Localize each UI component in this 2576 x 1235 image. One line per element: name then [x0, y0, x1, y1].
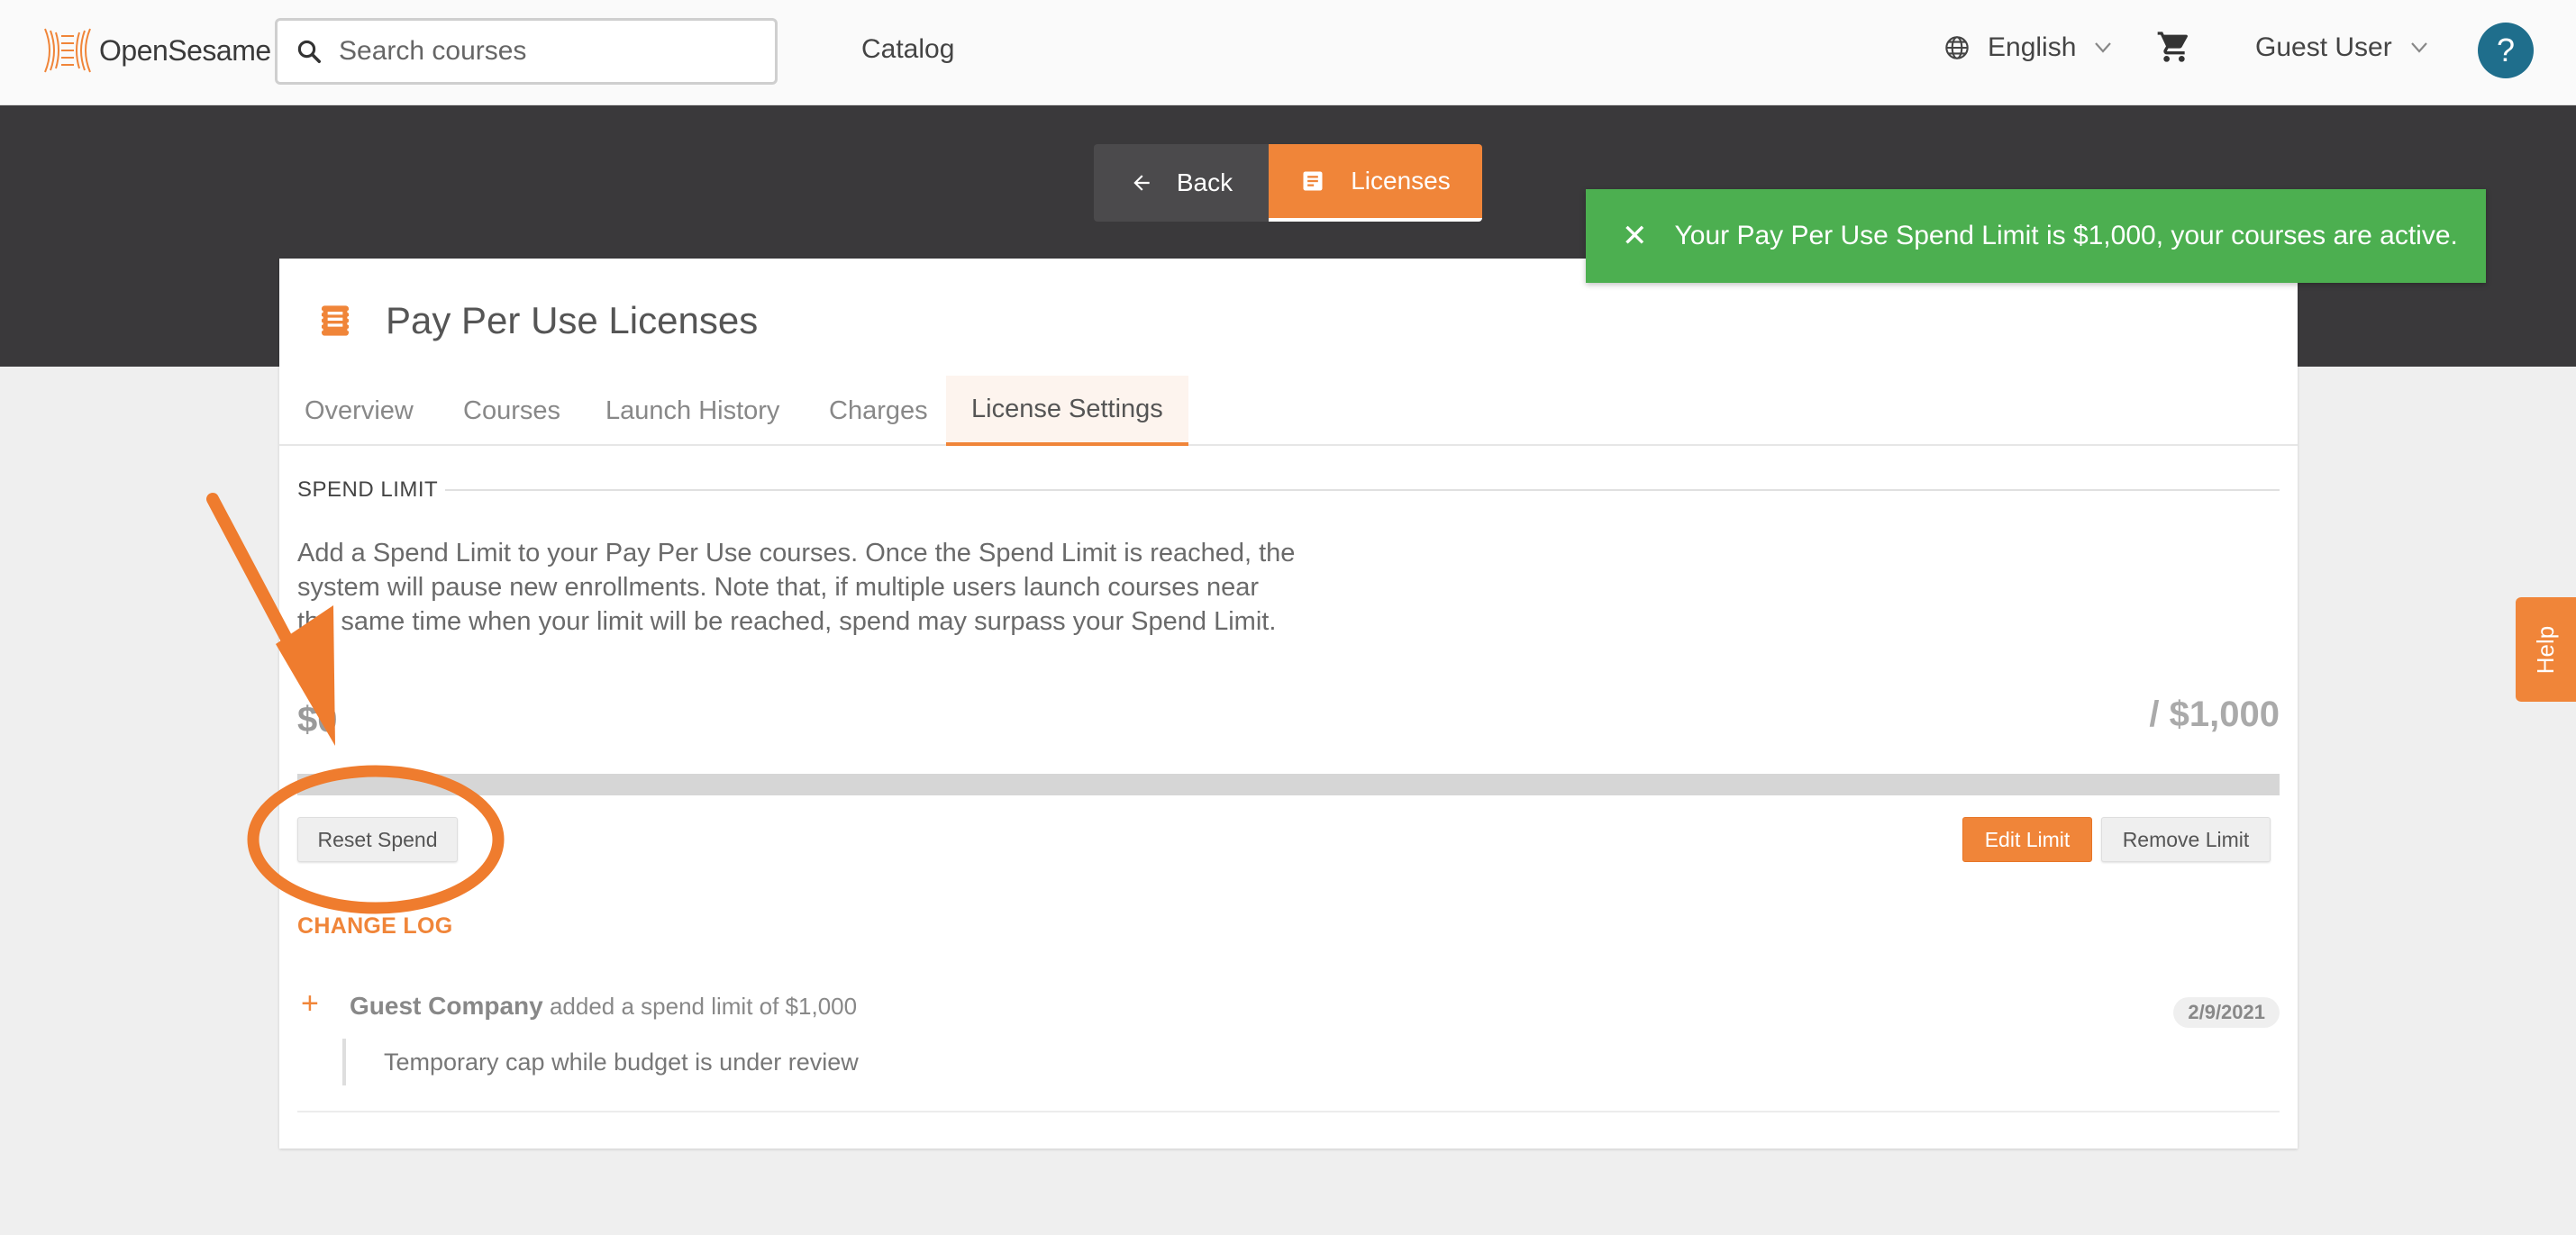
edit-limit-button[interactable]: Edit Limit — [1962, 817, 2092, 862]
language-label: English — [1988, 32, 2077, 62]
tab-license-settings[interactable]: License Settings — [946, 376, 1188, 446]
language-selector[interactable]: English — [1944, 32, 2112, 63]
change-log-date-badge: 2/9/2021 — [2173, 997, 2280, 1028]
back-button[interactable]: Back — [1094, 144, 1269, 222]
user-name: Guest User — [2255, 32, 2392, 62]
change-log-heading: CHANGE LOG — [297, 913, 453, 939]
close-icon[interactable]: ✕ — [1622, 218, 1648, 254]
toast-message: Your Pay Per Use Spend Limit is $1,000, … — [1674, 221, 2458, 250]
page-title: Pay Per Use Licenses — [317, 299, 758, 342]
spend-limit-description: Add a Spend Limit to your Pay Per Use co… — [297, 539, 1296, 636]
license-document-icon — [320, 305, 350, 336]
cart-icon[interactable] — [2156, 29, 2192, 65]
top-nav: OpenSesame Catalog English Guest User ? — [0, 0, 2576, 105]
limit-amount: / $1,000 — [2149, 695, 2280, 734]
search-box[interactable] — [275, 18, 778, 85]
licenses-button[interactable]: Licenses — [1269, 144, 1482, 222]
search-icon — [297, 40, 321, 63]
tab-overview[interactable]: Overview — [305, 376, 414, 446]
licenses-label: Licenses — [1351, 167, 1451, 195]
arrow-left-icon — [1133, 175, 1150, 191]
nav-catalog-link[interactable]: Catalog — [861, 34, 954, 65]
page-title-text: Pay Per Use Licenses — [386, 299, 759, 341]
tab-launch-history[interactable]: Launch History — [605, 376, 779, 446]
logo-mark-icon — [44, 28, 91, 73]
spend-progress-bar — [297, 774, 2280, 795]
side-help-tab[interactable]: Help — [2516, 597, 2576, 702]
search-input[interactable] — [339, 36, 753, 67]
change-log-action: added a spend limit of $1,000 — [549, 993, 858, 1020]
globe-icon — [1945, 36, 1969, 59]
spend-limit-heading: SPEND LIMIT — [297, 477, 439, 502]
chevron-down-icon — [2410, 42, 2427, 53]
change-log-actor: Guest Company — [350, 992, 543, 1020]
user-menu[interactable]: Guest User — [2255, 32, 2428, 63]
back-label: Back — [1176, 168, 1233, 196]
change-log-summary: Guest Company added a spend limit of $1,… — [350, 992, 857, 1021]
spent-amount: $0 — [297, 700, 338, 740]
logo-text-sesame: Sesame — [168, 33, 271, 67]
remove-limit-button[interactable]: Remove Limit — [2101, 817, 2271, 862]
side-help-label: Help — [2531, 625, 2559, 674]
tab-courses[interactable]: Courses — [463, 376, 560, 446]
change-log-entry: + Guest Company added a spend limit of $… — [297, 988, 2280, 1112]
change-log-note: Temporary cap while budget is under revi… — [342, 1039, 859, 1085]
help-button[interactable]: ? — [2478, 23, 2534, 78]
chevron-down-icon — [2095, 42, 2112, 53]
spend-limit-header: SPEND LIMIT — [297, 477, 2280, 503]
document-icon — [1303, 171, 1323, 191]
expand-plus-icon[interactable]: + — [301, 988, 319, 1019]
tab-bar: Overview Courses Launch History Charges … — [279, 376, 2298, 446]
tab-charges[interactable]: Charges — [829, 376, 928, 446]
section-divider — [445, 489, 2280, 491]
logo-text: OpenSesame — [99, 34, 271, 68]
reset-spend-button[interactable]: Reset Spend — [297, 817, 458, 862]
logo-text-open: Open — [99, 33, 168, 67]
opensesame-logo[interactable]: OpenSesame — [41, 25, 271, 76]
licenses-card: Pay Per Use Licenses Overview Courses La… — [279, 259, 2298, 1149]
success-toast: ✕ Your Pay Per Use Spend Limit is $1,000… — [1586, 189, 2486, 283]
